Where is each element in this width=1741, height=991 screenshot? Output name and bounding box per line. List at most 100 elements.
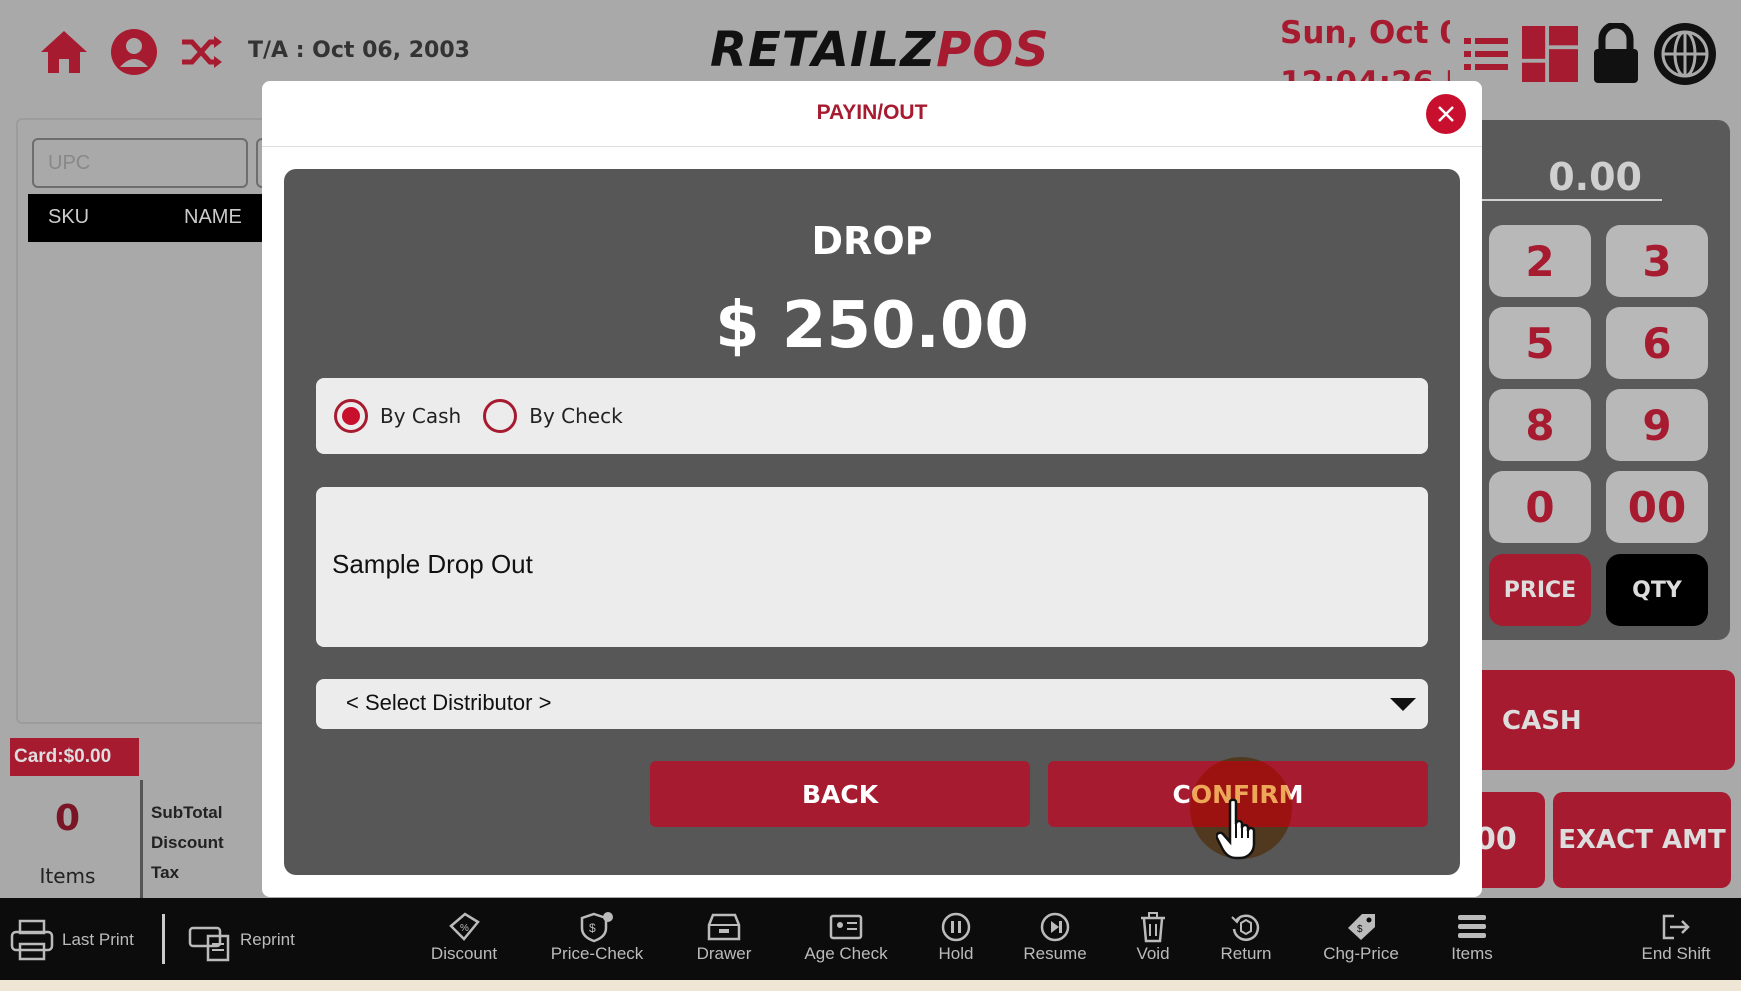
pause-icon — [941, 912, 971, 942]
logo-part-pos: POS — [936, 22, 1050, 78]
end-shift-label: End Shift — [1641, 944, 1711, 963]
resume-button[interactable]: Resume — [1016, 910, 1094, 972]
dialog-title: PAYIN/OUT — [816, 101, 928, 124]
totals-labels: SubTotal Discount Tax — [151, 798, 224, 888]
drawer-button[interactable]: Drawer — [686, 910, 762, 972]
items-label: Items — [39, 864, 96, 888]
distributor-select-value: < Select Distributor > — [346, 690, 552, 715]
column-name: NAME — [184, 206, 242, 228]
keypad-amount-display: 0.00 — [1480, 155, 1662, 201]
hold-button[interactable]: Hold — [928, 910, 984, 972]
bottom-toolbar: Last Print Reprint % Discount $ Price-Ch… — [0, 898, 1741, 980]
clock: Sun, Oct 0 12:04:26 PI — [1280, 8, 1450, 90]
column-sku: SKU — [48, 206, 90, 228]
clock-date: Sun, Oct 0 — [1280, 15, 1450, 51]
id-card-icon — [829, 914, 863, 940]
drawer-label: Drawer — [696, 944, 752, 963]
key-00[interactable]: 00 — [1606, 471, 1708, 543]
items-button[interactable]: Items — [1442, 910, 1502, 972]
trash-icon — [1141, 912, 1165, 943]
user-icon[interactable] — [104, 22, 164, 82]
payin-out-dialog: PAYIN/OUT DROP $ 250.00 By Cash By Check… — [262, 81, 1482, 897]
change-price-button[interactable]: $ Chg-Price — [1314, 910, 1408, 972]
resume-label: Resume — [1023, 944, 1087, 963]
drop-heading: DROP — [811, 219, 933, 263]
by-cash-option[interactable]: By Cash — [334, 399, 461, 433]
shuffle-icon[interactable] — [172, 22, 232, 82]
drop-amount: $ 250.00 — [715, 289, 1029, 363]
age-check-button[interactable]: Age Check — [796, 910, 896, 972]
key-2[interactable]: 2 — [1489, 225, 1591, 297]
key-5[interactable]: 5 — [1489, 307, 1591, 379]
price-check-label: Price-Check — [550, 944, 644, 963]
last-print-button[interactable]: Last Print — [10, 916, 134, 964]
age-check-label: Age Check — [804, 944, 888, 963]
distributor-select[interactable]: < Select Distributor > — [316, 679, 1428, 729]
return-label: Return — [1220, 944, 1272, 963]
key-6[interactable]: 6 — [1606, 307, 1708, 379]
discount-label: Discount — [430, 944, 498, 963]
dialog-header: PAYIN/OUT — [262, 81, 1482, 147]
svg-text:$: $ — [589, 921, 596, 935]
resume-icon — [1040, 912, 1070, 942]
note-textarea[interactable]: Sample Drop Out — [316, 487, 1428, 647]
discount-label: Discount — [151, 833, 224, 852]
exact-amount-button[interactable]: EXACT AMT — [1553, 792, 1731, 888]
last-print-label: Last Print — [62, 930, 134, 949]
items-toolbar-label: Items — [1451, 944, 1493, 963]
void-label: Void — [1136, 944, 1170, 963]
change-price-label: Chg-Price — [1323, 944, 1399, 963]
discount-tag-icon: % — [449, 912, 480, 941]
svg-text:%: % — [460, 923, 469, 934]
key-3[interactable]: 3 — [1606, 225, 1708, 297]
order-panel: UPC SKU NAME — [16, 118, 286, 724]
hold-label: Hold — [938, 944, 974, 963]
back-button[interactable]: BACK — [650, 761, 1030, 827]
key-0[interactable]: 0 — [1489, 471, 1591, 543]
reprint-button[interactable]: Reprint — [188, 916, 295, 964]
price-tag-icon: $ — [1348, 914, 1375, 940]
logout-icon — [1662, 914, 1690, 940]
card-balance-badge: Card:$0.00 — [10, 738, 139, 776]
home-icon[interactable] — [34, 22, 94, 82]
list-icon — [1458, 915, 1486, 938]
void-button[interactable]: Void — [1128, 910, 1178, 972]
reprint-label: Reprint — [240, 930, 295, 949]
toolbar-divider — [162, 914, 165, 964]
radio-selected-dot — [342, 407, 360, 425]
by-check-label: By Check — [529, 404, 623, 428]
items-count: 0 — [54, 798, 81, 839]
by-check-option[interactable]: By Check — [483, 399, 623, 433]
key-8[interactable]: 8 — [1489, 389, 1591, 461]
printer-icon — [10, 919, 54, 961]
discount-button[interactable]: % Discount — [420, 910, 508, 972]
menu-list-icon[interactable] — [1458, 22, 1514, 86]
qty-key[interactable]: QTY — [1606, 554, 1708, 626]
upc-input[interactable]: UPC — [32, 138, 248, 188]
caret-down-icon — [1390, 698, 1416, 711]
price-key[interactable]: PRICE — [1489, 554, 1591, 626]
reprint-icon — [188, 926, 230, 962]
app-logo: RETAILZPOS — [710, 22, 1050, 78]
close-button[interactable] — [1426, 94, 1466, 134]
price-check-button[interactable]: $ Price-Check — [542, 910, 652, 972]
bottom-strip — [0, 980, 1741, 991]
dialog-body: DROP $ 250.00 By Cash By Check Sample Dr… — [284, 169, 1460, 875]
items-summary: 0 Items — [0, 780, 143, 898]
payment-method-group: By Cash By Check — [316, 378, 1428, 454]
tax-label: Tax — [151, 863, 180, 882]
dashboard-icon[interactable] — [1522, 22, 1578, 86]
end-shift-button[interactable]: End Shift — [1636, 910, 1716, 972]
price-check-icon: $ — [580, 912, 613, 943]
svg-text:$: $ — [1357, 924, 1363, 935]
key-9[interactable]: 9 — [1606, 389, 1708, 461]
drawer-icon — [707, 913, 741, 941]
globe-icon[interactable] — [1652, 22, 1718, 86]
by-cash-radio[interactable] — [334, 399, 368, 433]
lock-icon[interactable] — [1588, 22, 1644, 86]
by-check-radio[interactable] — [483, 399, 518, 433]
return-button[interactable]: Return — [1212, 910, 1280, 972]
order-table-header: SKU NAME — [28, 194, 278, 242]
cash-button[interactable]: CASH — [1460, 670, 1735, 770]
logo-part-retailz: RETAILZ — [710, 22, 937, 78]
